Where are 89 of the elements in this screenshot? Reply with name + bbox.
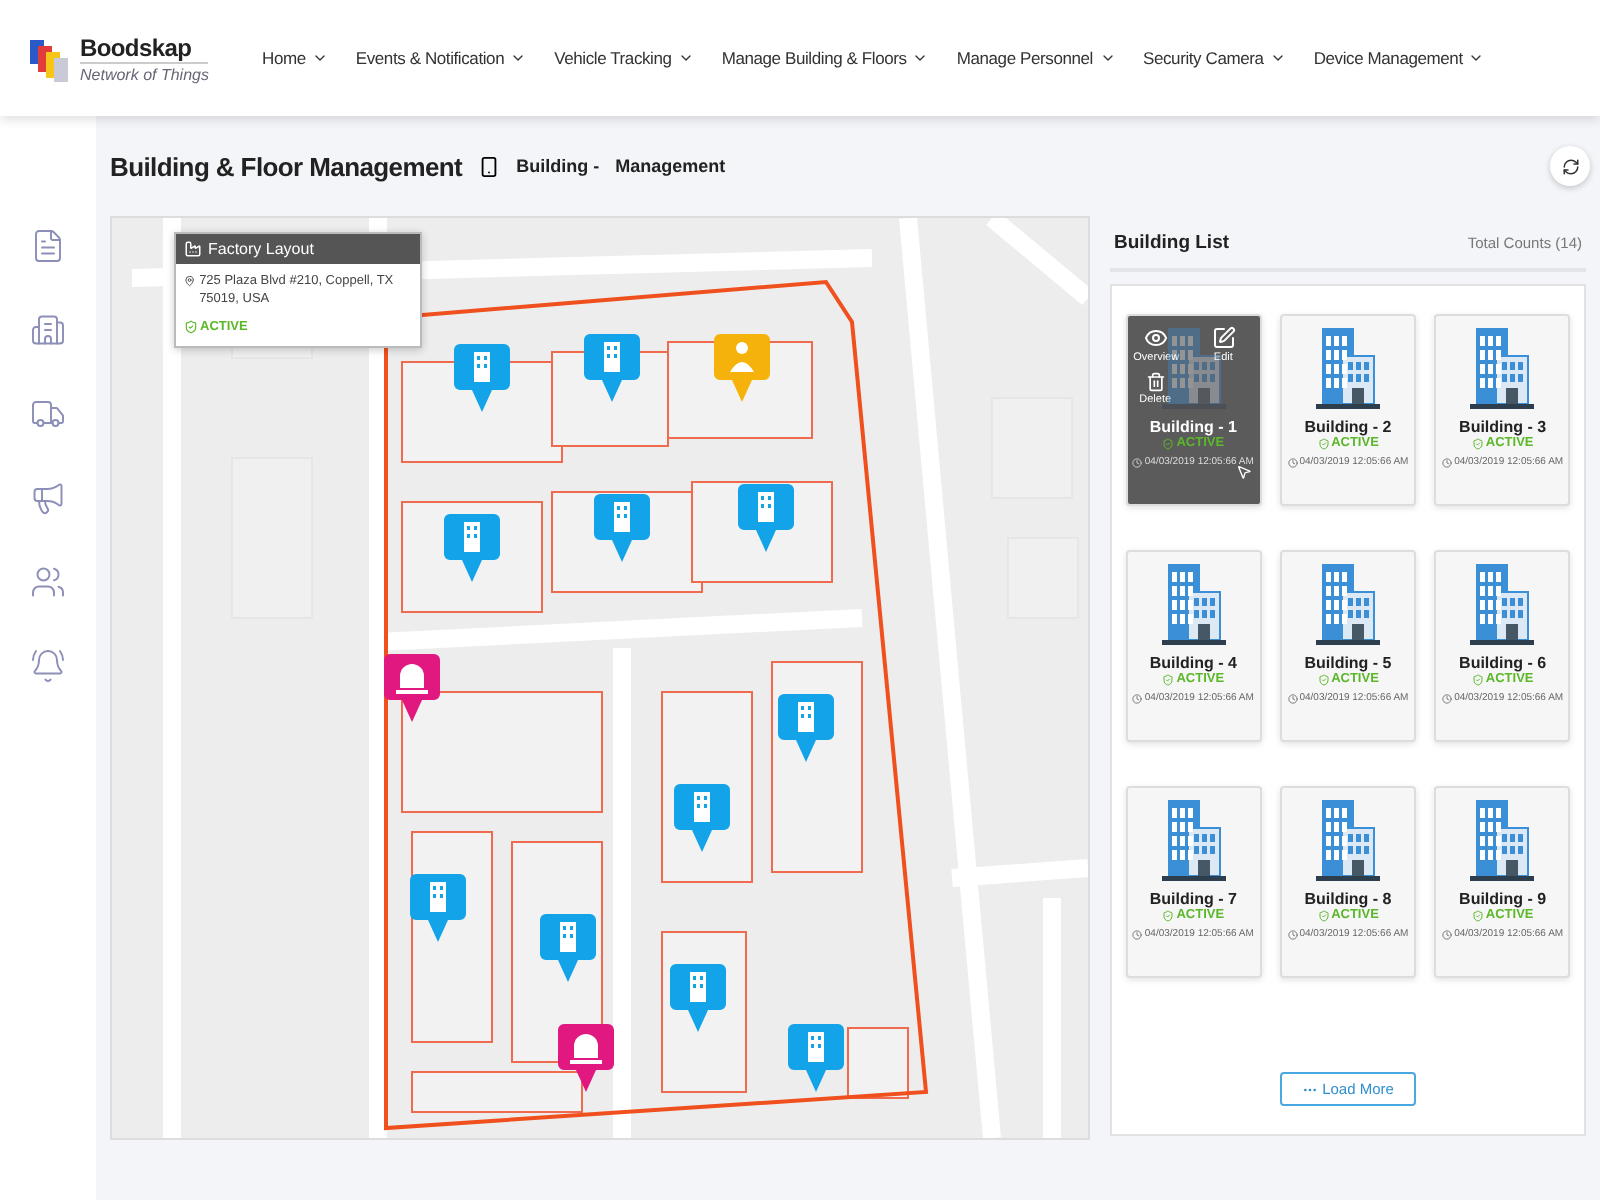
- clock-icon: [1132, 457, 1143, 467]
- refresh-icon: [1561, 157, 1579, 175]
- building-name: Building - 9: [1459, 890, 1547, 908]
- building-pin-icon[interactable]: [674, 784, 730, 852]
- chevron-down-icon: [1468, 50, 1485, 66]
- alarm-pin-icon[interactable]: [384, 654, 440, 722]
- chevron-down-icon: [510, 50, 527, 66]
- clock-icon: [1132, 929, 1143, 939]
- building-icon: [1468, 560, 1537, 648]
- building-name: Building - 4: [1149, 654, 1237, 672]
- building-pin-icon[interactable]: [584, 334, 640, 402]
- page-title: Building & Floor Management: [110, 151, 463, 181]
- alarm-pin-icon[interactable]: [558, 1024, 614, 1092]
- eye-icon: [1144, 326, 1169, 350]
- building-pin-icon[interactable]: [778, 694, 834, 762]
- breadcrumb: Management: [615, 156, 726, 176]
- megaphone-icon[interactable]: [30, 480, 66, 516]
- building-pin-icon[interactable]: [540, 914, 596, 982]
- building-name: Building - 7: [1149, 890, 1237, 908]
- document-icon[interactable]: [30, 228, 66, 264]
- building-outline[interactable]: [847, 1027, 909, 1099]
- shield-icon: [1471, 909, 1484, 921]
- nav-menu-item[interactable]: Device Management: [1299, 48, 1499, 68]
- truck-icon[interactable]: [30, 396, 66, 432]
- shield-icon: [1471, 673, 1484, 685]
- shield-icon: [184, 319, 198, 334]
- edit-icon: [1211, 326, 1236, 350]
- nav-menu-item[interactable]: Manage Personnel: [942, 48, 1129, 68]
- clock-icon: [1442, 457, 1453, 467]
- building-pin-icon[interactable]: [670, 964, 726, 1032]
- clock-icon: [1287, 929, 1298, 939]
- clock-icon: [1442, 693, 1453, 703]
- building-name: Building - 8: [1304, 890, 1392, 908]
- nav-menu-item[interactable]: Manage Building & Floors: [707, 48, 943, 68]
- trash-icon: [1145, 372, 1166, 392]
- brand-name: Boodskap: [80, 33, 194, 61]
- clock-icon: [1132, 693, 1143, 703]
- clock-icon: [1287, 693, 1298, 703]
- refresh-button[interactable]: [1550, 146, 1590, 186]
- building-icon: [1468, 796, 1537, 884]
- chevron-down-icon: [1099, 50, 1115, 66]
- building-name: Building - 3: [1459, 418, 1547, 436]
- device-icon: [478, 155, 501, 177]
- chevron-down-icon: [311, 50, 328, 66]
- clock-icon: [1442, 929, 1453, 939]
- cursor-icon: [1235, 464, 1252, 480]
- building-outline[interactable]: [411, 1071, 583, 1113]
- building-pin-icon[interactable]: [454, 344, 510, 412]
- building-icon[interactable]: [30, 312, 66, 348]
- shield-icon: [1162, 673, 1175, 685]
- building-icon: [1468, 324, 1537, 412]
- building-icon: [1159, 560, 1228, 648]
- building-pin-icon[interactable]: [738, 484, 794, 552]
- building-name: Building - 1: [1149, 418, 1237, 436]
- shield-icon: [1162, 909, 1175, 921]
- breadcrumb: Building -: [516, 156, 600, 176]
- location-icon: [184, 274, 196, 288]
- shield-icon: [1317, 673, 1330, 685]
- building-icon: [1313, 560, 1382, 648]
- popup-title: Factory Layout: [208, 240, 314, 258]
- building-pin-icon[interactable]: [444, 514, 500, 582]
- building-icon: [1313, 796, 1382, 884]
- shield-icon: [1162, 437, 1175, 449]
- chevron-down-icon: [1269, 50, 1286, 66]
- nav-menu-item[interactable]: Events & Notification: [341, 48, 541, 68]
- building-name: Building - 6: [1459, 654, 1547, 672]
- factory-icon: [184, 240, 202, 258]
- nav-menu-item[interactable]: Security Camera: [1129, 48, 1300, 68]
- person-pin-icon[interactable]: [714, 334, 770, 402]
- shield-icon: [1471, 437, 1484, 449]
- chevron-down-icon: [912, 50, 929, 66]
- building-icon: [1159, 796, 1228, 884]
- building-name: Building - 5: [1304, 654, 1392, 672]
- building-name: Building - 2: [1304, 418, 1392, 436]
- shield-icon: [1317, 909, 1330, 921]
- nav-menu-item[interactable]: Vehicle Tracking: [540, 48, 708, 68]
- shield-icon: [1317, 437, 1330, 449]
- building-pin-icon[interactable]: [788, 1024, 844, 1092]
- clock-icon: [1287, 457, 1298, 467]
- building-pin-icon[interactable]: [594, 494, 650, 562]
- building-pin-icon[interactable]: [410, 874, 466, 942]
- building-outline[interactable]: [401, 691, 603, 813]
- building-icon: [1313, 324, 1382, 412]
- bell-icon[interactable]: [30, 648, 66, 684]
- brand-tagline: Network of Things: [80, 61, 209, 83]
- chevron-down-icon: [677, 50, 694, 66]
- list-title: Building List: [1114, 231, 1230, 253]
- nav-menu-item[interactable]: Home: [248, 48, 342, 68]
- people-icon[interactable]: [30, 564, 66, 600]
